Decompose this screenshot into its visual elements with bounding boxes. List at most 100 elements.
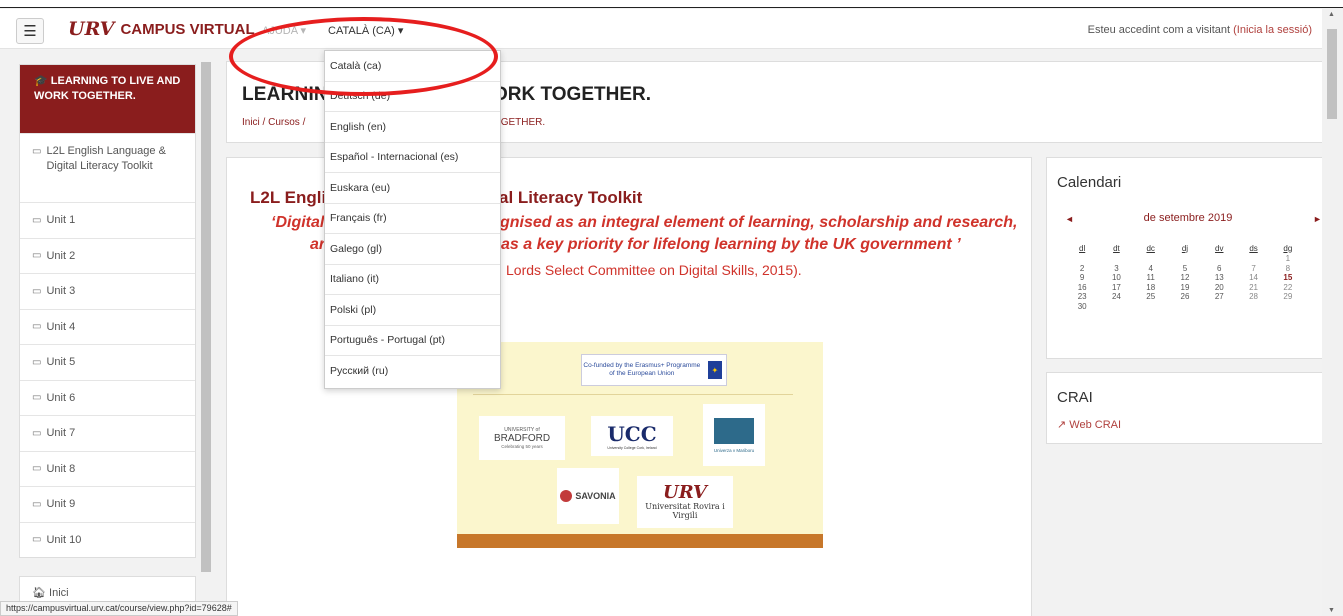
page-scrollbar-thumb[interactable]: [1327, 29, 1337, 119]
calendar-day[interactable]: 28: [1236, 292, 1270, 302]
calendar-day[interactable]: 23: [1065, 292, 1099, 302]
sidebar-scrollbar[interactable]: [200, 52, 212, 572]
calendar-day[interactable]: 7: [1236, 264, 1270, 274]
brand-name: CAMPUS VIRTUAL: [120, 20, 255, 38]
calendar-day[interactable]: 24: [1099, 292, 1133, 302]
calendar-day[interactable]: 30: [1065, 302, 1099, 312]
savonia-logo: SAVONIA: [557, 468, 619, 524]
prev-month-button[interactable]: ◄: [1065, 214, 1074, 224]
partners-logo-image: Co-funded by the Erasmus+ Programme of t…: [457, 342, 823, 548]
logo-divider: [473, 394, 793, 395]
sidebar-item-unit-8[interactable]: ▭ Unit 8: [20, 450, 195, 487]
folder-icon: ▭: [32, 427, 42, 439]
external-link-icon: ↗: [1057, 419, 1067, 431]
language-option[interactable]: Português - Portugal (pt): [325, 326, 500, 356]
calendar-day[interactable]: 26: [1168, 292, 1202, 302]
language-option[interactable]: Français (fr): [325, 204, 500, 234]
page-scrollbar[interactable]: ▲ ▼: [1322, 9, 1343, 616]
calendar-day[interactable]: 17: [1099, 283, 1133, 293]
sidebar-item-unit-7[interactable]: ▭ Unit 7: [20, 415, 195, 451]
folder-icon: ▭: [32, 250, 42, 262]
sidebar-item-toolkit[interactable]: ▭ L2L English Language & Digital Literacy…: [20, 133, 195, 202]
sidebar-scrollbar-thumb[interactable]: [201, 62, 211, 572]
folder-icon: ▭: [32, 463, 42, 475]
calendar-day: [1202, 254, 1236, 264]
sidebar-item-unit-5[interactable]: ▭ Unit 5: [20, 344, 195, 380]
window-top-edge: [0, 0, 1343, 8]
quote-line-2-tail: as a key priority for lifelong learning …: [501, 236, 961, 253]
calendar-day[interactable]: 20: [1202, 283, 1236, 293]
calendar-weekday: dl: [1079, 243, 1086, 253]
calendar-day[interactable]: 11: [1134, 273, 1168, 283]
language-option[interactable]: Español - Internacional (es): [325, 143, 500, 173]
scroll-up-icon[interactable]: ▲: [1328, 11, 1335, 18]
language-option[interactable]: Polski (pl): [325, 295, 500, 326]
scroll-down-icon[interactable]: ▼: [1328, 607, 1335, 614]
language-option[interactable]: Galego (gl): [325, 234, 500, 265]
calendar-day[interactable]: 25: [1134, 292, 1168, 302]
calendar-month[interactable]: de setembre 2019: [1133, 212, 1243, 224]
top-navbar: ☰ URV CAMPUS VIRTUAL AJUDA ▾ CATALÀ (CA)…: [0, 9, 1322, 49]
calendar-day[interactable]: 10: [1099, 273, 1133, 283]
breadcrumb[interactable]: Inici / Cursos /: [242, 117, 305, 128]
sidebar-item-unit-4[interactable]: ▭ Unit 4: [20, 308, 195, 345]
quote-line-2: ar: [310, 236, 326, 253]
calendar-day[interactable]: 22: [1271, 283, 1305, 293]
folder-icon: ▭: [32, 285, 42, 297]
language-option[interactable]: English (en): [325, 112, 500, 143]
calendar-day[interactable]: 3: [1099, 264, 1133, 274]
calendar-day[interactable]: 18: [1134, 283, 1168, 293]
calendar-day[interactable]: 21: [1236, 283, 1270, 293]
language-option[interactable]: Euskara (eu): [325, 173, 500, 204]
folder-icon: ▭: [32, 321, 42, 333]
logo-bottom-bar: [457, 534, 823, 548]
calendar-day[interactable]: 1: [1271, 254, 1305, 264]
calendar-day[interactable]: 4: [1134, 264, 1168, 274]
calendar-day[interactable]: 9: [1065, 273, 1099, 283]
language-dropdown: Català (ca) Deutsch (de) English (en) Españ…: [324, 50, 501, 389]
sidebar-item-course[interactable]: 🎓 LEARNING TO LIVE AND WORK TOGETHER.: [20, 65, 195, 133]
calendar-day[interactable]: 29: [1271, 292, 1305, 302]
calendar-day[interactable]: 5: [1168, 264, 1202, 274]
calendar-day[interactable]: 14: [1236, 273, 1270, 283]
crai-title: CRAI: [1057, 389, 1093, 406]
calendar-day: [1134, 302, 1168, 312]
calendar-day[interactable]: 8: [1271, 264, 1305, 274]
web-crai-link[interactable]: ↗ Web CRAI: [1057, 418, 1121, 431]
sidebar-item-unit-1[interactable]: ▭ Unit 1: [20, 202, 195, 238]
bradford-logo: UNIVERSITY of BRADFORD Celebrating 50 ye…: [479, 416, 565, 460]
sidebar-item-unit-9[interactable]: ▭ Unit 9: [20, 486, 195, 522]
calendar-day[interactable]: 19: [1168, 283, 1202, 293]
calendar-day[interactable]: 6: [1202, 264, 1236, 274]
section-heading-tail: al Literacy Toolkit: [499, 188, 643, 207]
language-option[interactable]: Italiano (it): [325, 265, 500, 295]
graduation-cap-icon: 🎓: [34, 75, 48, 87]
erasmus-logo: Co-funded by the Erasmus+ Programme of t…: [581, 354, 727, 386]
hamburger-icon[interactable]: ☰: [16, 18, 44, 44]
calendar-day[interactable]: 13: [1202, 273, 1236, 283]
page-title-tail: ORK TOGETHER.: [493, 84, 651, 105]
sidebar-item-unit-10[interactable]: ▭ Unit 10: [20, 521, 195, 558]
sidebar-item-unit-2[interactable]: ▭ Unit 2: [20, 237, 195, 274]
calendar-day[interactable]: 2: [1065, 264, 1099, 274]
calendar-block: Calendari ◄ de setembre 2019 ► dl dt dc dj d…: [1046, 157, 1337, 359]
home-icon: 🏠︎: [32, 587, 46, 599]
urv-logo: URV Universitat Rovira i Virgili: [637, 476, 733, 528]
login-link[interactable]: (Inicia la sessió): [1233, 24, 1312, 36]
calendar-day: [1099, 302, 1133, 312]
folder-icon: ▭: [32, 392, 42, 404]
brand-link[interactable]: URV CAMPUS VIRTUAL: [68, 18, 255, 40]
calendar-weekday: dt: [1113, 243, 1120, 253]
sidebar-item-unit-3[interactable]: ▭ Unit 3: [20, 273, 195, 309]
language-option[interactable]: Русский (ru): [325, 356, 500, 387]
calendar-day[interactable]: 27: [1202, 292, 1236, 302]
urv-logo-icon: URV: [68, 18, 115, 40]
login-info: Esteu accedint com a visitant (Inicia la…: [1088, 24, 1312, 36]
calendar-day[interactable]: 12: [1168, 273, 1202, 283]
calendar-day[interactable]: 16: [1065, 283, 1099, 293]
calendar-day[interactable]: 15: [1271, 273, 1305, 283]
next-month-button[interactable]: ►: [1313, 214, 1322, 224]
sidebar-item-unit-6[interactable]: ▭ Unit 6: [20, 379, 195, 416]
folder-icon: ▭: [32, 498, 42, 510]
quote-line-1: ‘Digital: [271, 214, 325, 231]
